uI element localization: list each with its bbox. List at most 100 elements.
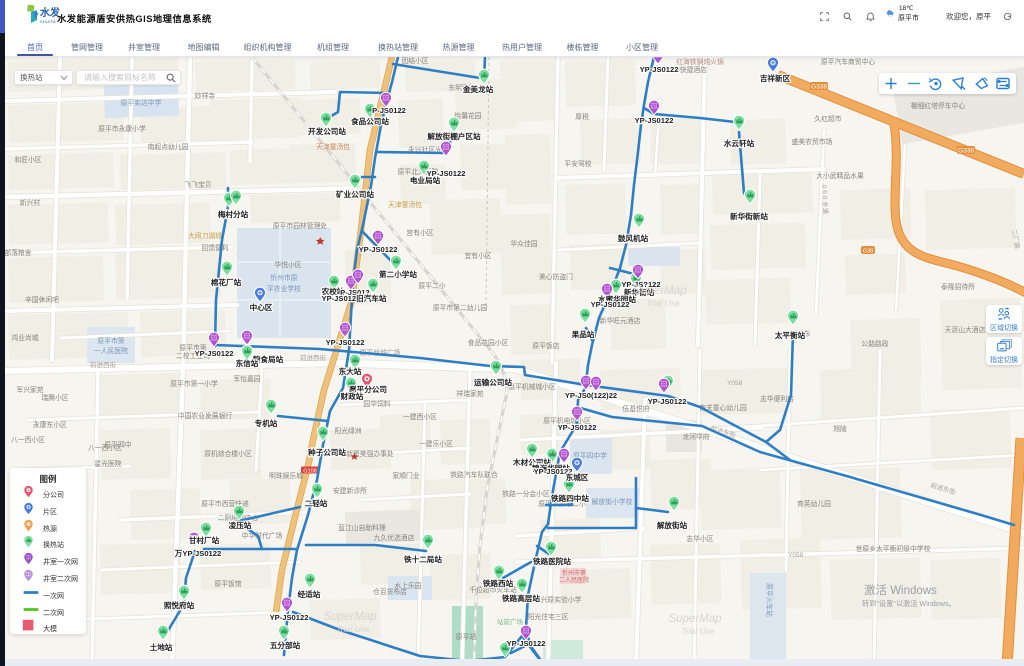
svg-text:原平四中: 原平四中: [104, 440, 131, 449]
svg-text:八一西小区: 八一西小区: [11, 435, 45, 444]
svg-text:前进西街: 前进西街: [300, 353, 327, 362]
svg-text:大闹刀湖城: 大闹刀湖城: [188, 231, 222, 240]
svg-text:转到"设置"以激活 Windows。: 转到"设置"以激活 Windows。: [862, 599, 956, 608]
svg-text:激活 Windows: 激活 Windows: [864, 583, 937, 597]
svg-text:矿业公司站: 矿业公司站: [336, 189, 374, 199]
svg-text:专机站: 专机站: [255, 418, 278, 428]
svg-text:园华饲料: 园华饲料: [363, 399, 390, 408]
svg-text:华众佳园: 华众佳园: [510, 239, 537, 248]
svg-text:铁路高层站: 铁路高层站: [502, 593, 540, 603]
svg-text:经适站: 经适站: [298, 589, 321, 599]
svg-text:解放街棚户区站: 解放街棚户区站: [427, 131, 481, 141]
svg-text:棚细红塔停车中心: 棚细红塔停车中心: [911, 101, 966, 110]
svg-text:天津童汤包: 天津童汤包: [316, 142, 350, 151]
svg-text:万YP-JS0122: 万YP-JS0122: [174, 549, 221, 558]
svg-text:东城区: 东城区: [566, 472, 589, 482]
svg-text:解放街小学校: 解放街小学校: [592, 497, 633, 506]
svg-text:飞飞宝贝: 飞飞宝贝: [184, 180, 211, 189]
svg-text:忻州市原: 忻州市原: [270, 273, 297, 282]
svg-text:铁路一分会小区: 铁路一分会小区: [502, 489, 550, 498]
svg-text:公路路政: 公路路政: [861, 339, 888, 348]
svg-text:YP-JS0122: YP-JS0122: [648, 397, 687, 406]
svg-text:前进西街: 前进西街: [90, 360, 117, 369]
svg-text:吉祥新区: 吉祥新区: [760, 73, 791, 83]
svg-text:平安驾校: 平安驾校: [564, 159, 591, 168]
svg-text:Y058: Y058: [727, 380, 743, 387]
svg-text:YP-JS012旧汽车站: YP-JS012旧汽车站: [322, 293, 387, 303]
svg-text:志华小区: 志华小区: [686, 534, 713, 543]
svg-text:原平市第二幼儿园: 原平市第二幼儿园: [433, 303, 488, 312]
svg-text:YP-JS0122: YP-JS0122: [635, 116, 674, 125]
svg-text:YP-JS0122: YP-JS0122: [507, 639, 546, 648]
svg-text:铁十二局站: 铁十二局站: [404, 554, 442, 564]
svg-text:G38: G38: [863, 249, 873, 255]
svg-text:种子公司站: 种子公司站: [307, 447, 346, 457]
svg-text:阳光住宅三区: 阳光住宅三区: [528, 612, 569, 621]
svg-text:和匠小区: 和匠小区: [14, 155, 41, 164]
svg-text:军兴家苑: 军兴家苑: [16, 385, 43, 394]
svg-text:军怡嘉园: 军怡嘉园: [233, 374, 260, 383]
svg-text:中国农业发展银行: 中国农业发展银行: [178, 411, 233, 420]
svg-text:解放街站: 解放街站: [657, 520, 688, 530]
svg-text:果品站: 果品站: [572, 329, 595, 339]
svg-text:Y058: Y058: [788, 552, 804, 559]
svg-text:辛国休闲吧: 辛国休闲吧: [25, 295, 59, 304]
svg-text:一建西小区: 一建西小区: [403, 412, 437, 421]
svg-text:G338: G338: [811, 84, 827, 91]
svg-text:原平实达中学: 原平实达中学: [121, 98, 162, 107]
svg-text:部落粮舍: 部落粮舍: [4, 248, 31, 257]
svg-text:Trial Use: Trial Use: [646, 298, 680, 308]
svg-text:阳光绿洲: 阳光绿洲: [334, 426, 361, 435]
svg-text:惠平机械城小区: 惠平机械城小区: [508, 382, 556, 391]
svg-text:鸿业尚城: 鸿业尚城: [11, 333, 38, 342]
svg-text:忻州市第: 忻州市第: [562, 569, 586, 577]
svg-text:东大站: 东大站: [339, 366, 362, 376]
svg-text:天涯山大酒店: 天涯山大酒店: [945, 325, 986, 334]
svg-text:原平市园林管理处: 原平市园林管理处: [273, 221, 328, 230]
svg-text:宜有小区: 宜有小区: [464, 251, 491, 260]
svg-text:土地站: 土地站: [150, 642, 173, 652]
svg-text:食品公司站: 食品公司站: [351, 116, 389, 126]
svg-text:运输公司站: 运输公司站: [474, 377, 512, 387]
svg-text:永康东小区: 永康东小区: [33, 420, 67, 429]
svg-text:原平饭馆: 原平饭馆: [214, 579, 241, 588]
svg-text:G338: G338: [958, 148, 974, 155]
svg-text:原平饭店: 原平饭店: [532, 341, 559, 350]
svg-text:龙河华府: 龙河华府: [682, 432, 709, 441]
svg-text:妙祥寺: 妙祥寺: [195, 91, 216, 100]
svg-text:星光医院: 星光医院: [94, 459, 121, 468]
svg-text:水上乐园: 水上乐园: [394, 581, 421, 590]
svg-text:原平汽车商贸中心: 原平汽车商贸中心: [821, 57, 876, 66]
svg-text:二轻站: 二轻站: [305, 498, 328, 508]
svg-text:YP-JS0122: YP-JS0122: [558, 423, 597, 432]
svg-text:Trial Use: Trial Use: [681, 626, 715, 636]
svg-text:五分部站: 五分部站: [270, 640, 301, 650]
svg-text:YP-JS0(122)22: YP-JS0(122)22: [565, 391, 617, 400]
svg-text:原平市第一小学: 原平市第一小学: [170, 379, 218, 388]
svg-text:一人民医院: 一人民医院: [94, 346, 128, 355]
svg-text:鼓风机站: 鼓风机站: [618, 233, 649, 243]
svg-text:世原乡太平衡初级中学校: 世原乡太平衡初级中学校: [856, 544, 931, 553]
svg-text:厚税: 厚税: [575, 112, 589, 121]
svg-text:育英幼儿园: 育英幼儿园: [797, 499, 831, 508]
svg-text:家顺门业: 家顺门业: [392, 471, 419, 480]
svg-text:中华时代广场: 中华时代广场: [242, 531, 283, 540]
svg-text:P-JS0122: P-JS0122: [372, 106, 406, 115]
svg-text:铁路汽车队联合: 铁路汽车队联合: [450, 470, 498, 479]
svg-text:梅村分站: 梅村分站: [218, 209, 249, 219]
svg-text:SuperMap: SuperMap: [323, 611, 377, 623]
svg-text:南起点幼儿园: 南起点幼儿园: [148, 142, 189, 151]
svg-text:第二小学站: 第二小学站: [379, 269, 417, 279]
svg-text:一建乐小区: 一建乐小区: [419, 439, 453, 448]
svg-text:铁路西站: 铁路西站: [483, 578, 514, 588]
svg-text:财政站: 财政站: [340, 391, 364, 401]
svg-text:兴原实验小学: 兴原实验小学: [541, 595, 582, 604]
svg-text:Trial Use: Trial Use: [336, 624, 370, 634]
svg-text:照悦府站: 照悦府站: [164, 600, 195, 610]
svg-text:天津童汤包: 天津童汤包: [388, 200, 422, 209]
svg-text:旭陵: 旭陵: [833, 424, 847, 433]
svg-text:蓝江山自助料理: 蓝江山自助料理: [338, 523, 386, 532]
svg-text:铁路四中站: 铁路四中站: [551, 493, 589, 503]
svg-text:YP-JS0122: YP-JS0122: [359, 245, 398, 254]
svg-text:太平衡站: 太平衡站: [775, 330, 806, 340]
